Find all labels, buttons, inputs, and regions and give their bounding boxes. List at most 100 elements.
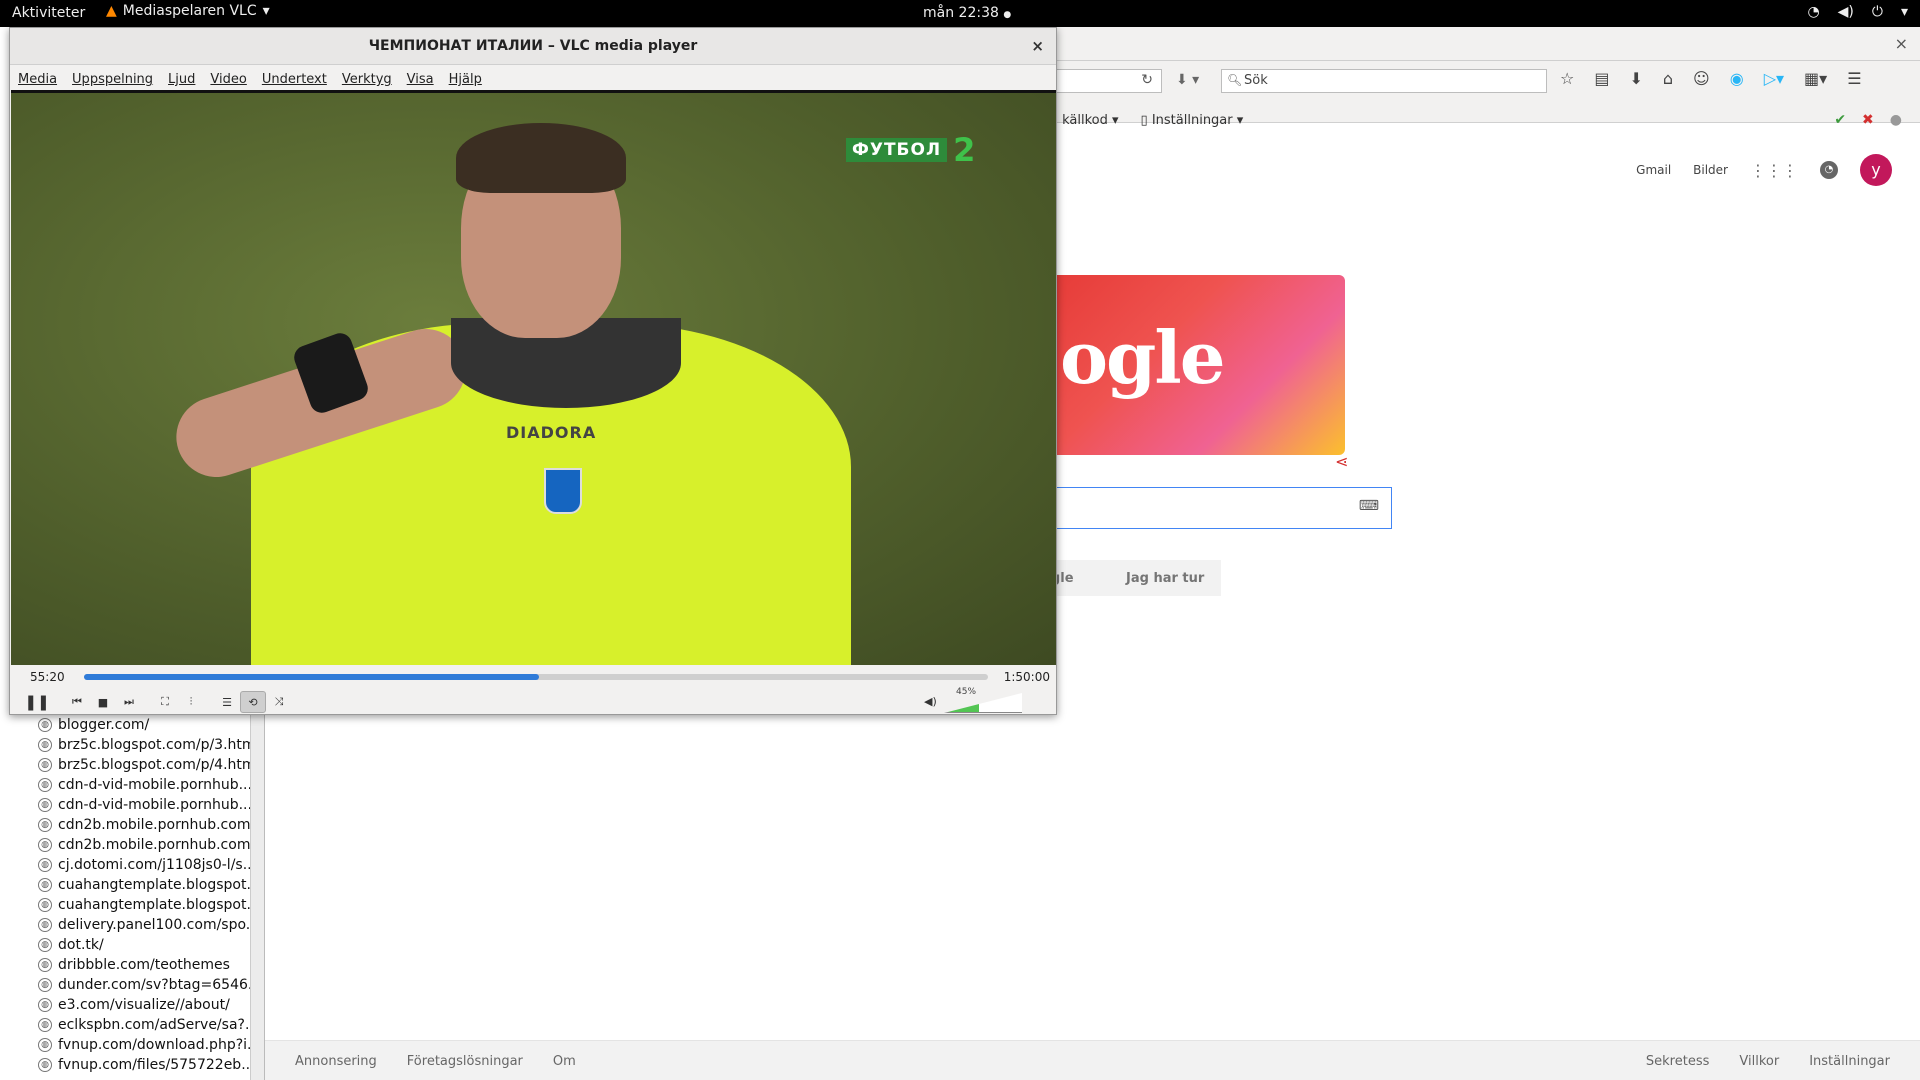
globe-icon: ◍: [38, 798, 52, 812]
footer-link[interactable]: Villkor: [1739, 1054, 1779, 1069]
extended-settings-icon[interactable]: ⫶: [178, 691, 204, 713]
menu-help[interactable]: Hjälp: [449, 72, 482, 90]
system-menu[interactable]: ◔ ◀) ⏻ ▾: [1807, 4, 1908, 20]
reading-list-icon[interactable]: ▤: [1594, 69, 1609, 88]
seek-bar[interactable]: [84, 674, 988, 680]
history-item[interactable]: ◍ delivery.panel100.com/spo...: [8, 915, 258, 935]
history-item-label: blogger.com/: [58, 717, 150, 733]
menu-subtitle[interactable]: Undertext: [262, 72, 327, 90]
images-link[interactable]: Bilder: [1693, 163, 1728, 177]
pause-icon[interactable]: ❚❚: [20, 691, 54, 713]
chat-icon[interactable]: ☺: [1693, 69, 1710, 88]
volume-slider[interactable]: ◀) 45%: [924, 687, 1044, 713]
history-item[interactable]: ◍ cdn2b.mobile.pornhub.com...: [8, 815, 258, 835]
downloads-icon[interactable]: ⬇: [1629, 69, 1642, 88]
playlist-icon[interactable]: ☰: [214, 691, 240, 713]
history-item[interactable]: ◍ cdn-d-vid-mobile.pornhub....: [8, 775, 258, 795]
bookmark-item[interactable]: ▯ Inställningar ▾: [1141, 113, 1244, 128]
check-icon[interactable]: ✔: [1834, 112, 1846, 128]
addon-grid-icon[interactable]: ▦▾: [1804, 69, 1827, 88]
apps-grid-icon[interactable]: ⋮⋮⋮: [1750, 161, 1798, 180]
globe-icon: ◍: [38, 958, 52, 972]
footer-link[interactable]: Sekretess: [1646, 1054, 1709, 1069]
playback-controls: ❚❚ ⏮ ■ ⏭ ⛶ ⫶ ☰ ⟲ ⤨: [10, 689, 1056, 715]
speaker-icon[interactable]: ◀): [924, 695, 937, 708]
video-area[interactable]: DIADORA ФУТБОЛ 2: [11, 90, 1056, 665]
avatar[interactable]: y: [1860, 154, 1892, 186]
circle-icon[interactable]: ●: [1890, 112, 1902, 128]
history-item[interactable]: ◍ brz5c.blogspot.com/p/3.html: [8, 735, 258, 755]
history-item[interactable]: ◍ eclkspbn.com/adServe/sa?...: [8, 1015, 258, 1035]
history-item-label: cdn2b.mobile.pornhub.com...: [58, 817, 258, 833]
previous-icon[interactable]: ⏮: [64, 691, 90, 713]
download-icon[interactable]: ⬇ ▾: [1176, 72, 1199, 88]
history-item[interactable]: ◍ cj.dotomi.com/j1108js0-l/s...: [8, 855, 258, 875]
share-icon[interactable]: ⋖: [1335, 452, 1348, 471]
google-header: Gmail Bilder ⋮⋮⋮ ◔ y: [1636, 154, 1892, 186]
menu-tools[interactable]: Verktyg: [342, 72, 392, 90]
search-input[interactable]: 🔍︎ Sök: [1221, 69, 1547, 93]
history-item[interactable]: ◍ cuahangtemplate.blogspot....: [8, 895, 258, 915]
history-item[interactable]: ◍ cdn-d-vid-mobile.pornhub....: [8, 795, 258, 815]
bookmark-item[interactable]: a källkod ▾: [1050, 113, 1119, 128]
menu-playback[interactable]: Uppspelning: [72, 72, 153, 90]
elapsed-time[interactable]: 55:20: [30, 670, 65, 684]
fullscreen-icon[interactable]: ⛶: [152, 691, 178, 713]
globe-icon: ◍: [38, 858, 52, 872]
app-menu[interactable]: ▲ Mediaspelaren VLC ▾: [106, 3, 270, 19]
footer-link[interactable]: Annonsering: [295, 1054, 377, 1069]
scrollbar[interactable]: [250, 715, 264, 1080]
history-item[interactable]: ◍ dribbble.com/teothemes: [8, 955, 258, 975]
home-icon[interactable]: ⌂: [1663, 69, 1673, 88]
history-item[interactable]: ◍ e3.com/visualize//about/: [8, 995, 258, 1015]
stop-icon[interactable]: ✖: [1862, 112, 1874, 128]
history-item-label: fvnup.com/download.php?i...: [58, 1037, 258, 1053]
footer-link[interactable]: Om: [553, 1054, 576, 1069]
google-doodle[interactable]: ogle: [1030, 275, 1345, 455]
next-icon[interactable]: ⏭: [116, 691, 142, 713]
history-item[interactable]: ◍ dot.tk/: [8, 935, 258, 955]
total-time[interactable]: 1:50:00: [1004, 670, 1050, 684]
history-item[interactable]: ◍ brz5c.blogspot.com/p/4.html: [8, 755, 258, 775]
wifi-icon: ◔: [1807, 4, 1820, 20]
footer-link[interactable]: Företagslösningar: [407, 1054, 523, 1069]
footer-link[interactable]: Inställningar: [1809, 1054, 1890, 1069]
history-item[interactable]: ◍ dunder.com/sv?btag=6546...: [8, 975, 258, 995]
hamburger-menu-icon[interactable]: ☰: [1847, 69, 1861, 88]
shuffle-icon[interactable]: ⤨: [266, 691, 292, 713]
close-icon[interactable]: ×: [1031, 28, 1044, 65]
globe-icon: ◍: [38, 758, 52, 772]
addon-icon[interactable]: ◉: [1730, 69, 1744, 88]
history-item[interactable]: ◍ cdn2b.mobile.pornhub.com...: [8, 835, 258, 855]
history-item[interactable]: ◍ blogger.com/: [8, 715, 258, 735]
notifications-icon[interactable]: ◔: [1820, 161, 1838, 179]
google-search-box[interactable]: ⌨: [1040, 487, 1392, 529]
stop-icon[interactable]: ■: [90, 691, 116, 713]
reload-icon[interactable]: ↻: [1141, 72, 1153, 88]
menu-media[interactable]: Media: [18, 72, 57, 90]
keyboard-icon[interactable]: ⌨: [1359, 498, 1379, 514]
globe-icon: ◍: [38, 1038, 52, 1052]
close-window-icon[interactable]: ×: [1895, 34, 1908, 53]
menu-view[interactable]: Visa: [407, 72, 434, 90]
search-icon: 🔍︎: [1227, 73, 1243, 87]
lucky-button[interactable]: Jag har tur: [1109, 560, 1222, 596]
clock[interactable]: mån 22:38 ●: [923, 5, 1011, 21]
menu-video[interactable]: Video: [210, 72, 246, 90]
url-bar[interactable]: ↻: [1045, 69, 1162, 93]
vlc-titlebar[interactable]: ЧЕМПИОНАТ ИТАЛИИ – VLC media player ×: [10, 28, 1056, 65]
history-item[interactable]: ◍ cuahangtemplate.blogspot....: [8, 875, 258, 895]
history-item[interactable]: ◍ fvnup.com/files/575722eb...: [8, 1055, 258, 1075]
globe-icon: ◍: [38, 878, 52, 892]
gmail-link[interactable]: Gmail: [1636, 163, 1671, 177]
history-item-label: cdn-d-vid-mobile.pornhub....: [58, 777, 257, 793]
globe-icon: ◍: [38, 938, 52, 952]
globe-icon: ◍: [38, 1018, 52, 1032]
bookmark-star-icon[interactable]: ☆: [1560, 69, 1574, 88]
addon-play-icon[interactable]: ▷▾: [1764, 69, 1784, 88]
menu-audio[interactable]: Ljud: [168, 72, 195, 90]
loop-icon[interactable]: ⟲: [240, 691, 266, 713]
globe-icon: ◍: [38, 738, 52, 752]
history-item[interactable]: ◍ fvnup.com/download.php?i...: [8, 1035, 258, 1055]
activities-button[interactable]: Aktiviteter: [12, 5, 85, 21]
